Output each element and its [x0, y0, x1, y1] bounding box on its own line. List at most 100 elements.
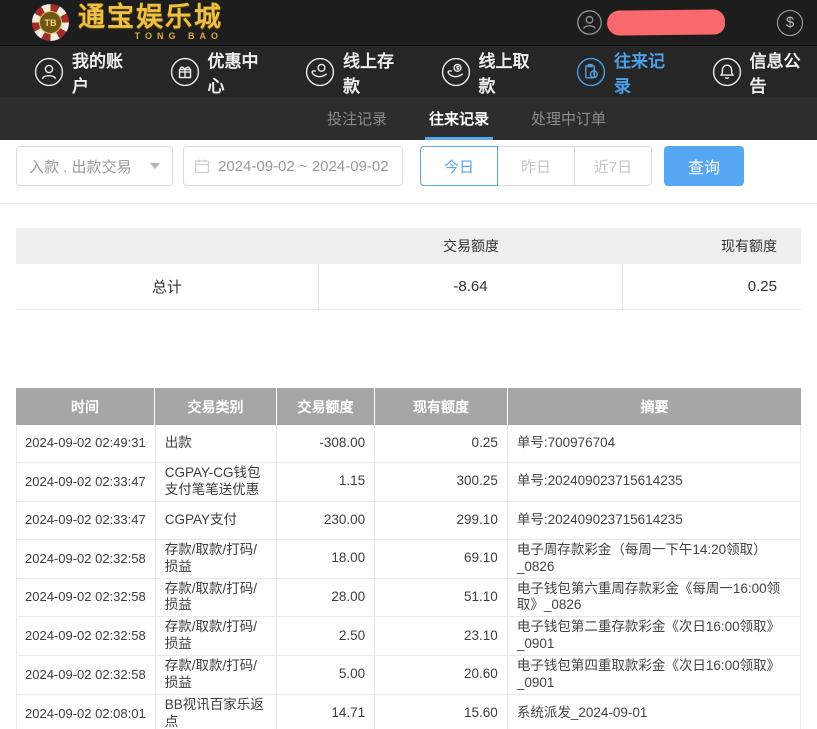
cell-balance: 23.10	[375, 617, 508, 655]
cell-trade-amount: 18.00	[277, 540, 375, 578]
cell-type: 存款/取款/打码/损益	[156, 540, 278, 578]
col-header-memo: 摘要	[508, 388, 801, 425]
today-button[interactable]: 今日	[420, 146, 498, 186]
gift-icon	[170, 57, 200, 87]
cell-balance: 69.10	[375, 540, 508, 578]
cell-time: 2024-09-02 02:32:58	[17, 656, 156, 694]
last-7-days-button[interactable]: 近7日	[574, 146, 652, 186]
date-range-input[interactable]: 2024-09-02 ~ 2024-09-02	[183, 146, 403, 186]
cell-memo: 单号:202409023715614235	[508, 463, 800, 501]
cell-type: 存款/取款/打码/损益	[156, 579, 278, 617]
search-button[interactable]: 查询	[664, 146, 744, 186]
nav-label: 优惠中心	[208, 47, 276, 97]
bell-icon	[712, 57, 742, 87]
balance-dollar-icon[interactable]: $	[777, 10, 803, 36]
cell-memo: 电子周存款彩金（每周一下午14:20领取）_0826	[508, 540, 800, 578]
col-header-trade-amount: 交易额度	[277, 388, 375, 425]
cell-type: 存款/取款/打码/损益	[156, 617, 278, 655]
cell-type: BB视讯百家乐返点	[156, 695, 278, 729]
cell-type: CGPAY支付	[156, 502, 278, 539]
nav-item-transaction-records[interactable]: 往来记录	[576, 47, 682, 97]
col-header-type: 交易类别	[155, 388, 277, 425]
caret-down-icon	[150, 163, 160, 169]
redacted-username	[607, 9, 725, 35]
table-row: 2024-09-02 02:32:58 存款/取款/打码/损益 5.00 20.…	[16, 656, 801, 695]
table-row: 2024-09-02 02:08:01 BB视讯百家乐返点 14.71 15.6…	[16, 695, 801, 729]
cell-time: 2024-09-02 02:33:47	[17, 463, 156, 501]
divider	[0, 203, 817, 204]
summary-header-balance: 现有额度	[623, 236, 801, 256]
top-bar: TB 通宝娱乐城 TONG BAO $	[0, 0, 817, 45]
sub-navigation: 投注记录 往来记录 处理中订单	[0, 97, 817, 140]
transactions-table: 时间 交易类别 交易额度 现有额度 摘要 2024-09-02 02:49:31…	[16, 388, 801, 729]
cell-trade-amount: -308.00	[277, 425, 375, 462]
tab-bet-records[interactable]: 投注记录	[327, 97, 387, 140]
summary-balance-total: 0.25	[623, 264, 801, 309]
cell-memo: 电子钱包第四重取款彩金《次日16:00领取》_0901	[508, 656, 800, 694]
summary-total-label: 总计	[16, 264, 319, 309]
summary-trade-total: -8.64	[319, 264, 623, 309]
cell-memo: 电子钱包第二重存款彩金《次日16:00领取》_0901	[508, 617, 800, 655]
cell-trade-amount: 230.00	[277, 502, 375, 539]
cell-memo: 电子钱包第六重周存款彩金《每周一16:00领取》_0826	[508, 579, 800, 617]
summary-total-row: 总计 -8.64 0.25	[16, 264, 801, 310]
table-row: 2024-09-02 02:32:58 存款/取款/打码/损益 28.00 51…	[16, 579, 801, 618]
cell-trade-amount: 28.00	[277, 579, 375, 617]
cell-balance: 300.25	[375, 463, 508, 501]
site-logo[interactable]: TB 通宝娱乐城 TONG BAO	[32, 4, 223, 41]
nav-item-online-deposit[interactable]: 线上存款	[305, 47, 411, 97]
table-row: 2024-09-02 02:32:58 存款/取款/打码/损益 18.00 69…	[16, 540, 801, 579]
cell-time: 2024-09-02 02:32:58	[17, 540, 156, 578]
person-icon	[34, 57, 64, 87]
cell-type: CGPAY-CG钱包支付笔笔送优惠	[156, 463, 278, 501]
chip-monogram: TB	[39, 11, 62, 34]
account-person-icon[interactable]	[576, 9, 603, 36]
cell-balance: 51.10	[375, 579, 508, 617]
cell-trade-amount: 1.15	[277, 463, 375, 501]
cell-time: 2024-09-02 02:32:58	[17, 617, 156, 655]
summary-header-row: 交易额度 现有额度	[16, 228, 801, 264]
table-header-row: 时间 交易类别 交易额度 现有额度 摘要	[16, 388, 801, 425]
col-header-time: 时间	[16, 388, 155, 425]
nav-label: 信息公告	[750, 47, 817, 97]
nav-item-announcements[interactable]: 信息公告	[712, 47, 817, 97]
transaction-type-value: 入款 . 出款交易	[29, 156, 132, 177]
summary-header-trade-amount: 交易额度	[319, 236, 623, 256]
cell-time: 2024-09-02 02:08:01	[17, 695, 156, 729]
tab-pending-orders[interactable]: 处理中订单	[531, 97, 606, 140]
nav-label: 线上取款	[479, 47, 547, 97]
table-row: 2024-09-02 02:33:47 CGPAY-CG钱包支付笔笔送优惠 1.…	[16, 463, 801, 502]
cell-time: 2024-09-02 02:32:58	[17, 579, 156, 617]
cell-balance: 15.60	[375, 695, 508, 729]
quick-range-group: 今日 昨日 近7日	[420, 146, 652, 186]
cell-memo: 单号:202409023715614235	[508, 502, 800, 539]
date-range-value: 2024-09-02 ~ 2024-09-02	[218, 158, 389, 175]
nav-item-my-account[interactable]: 我的账户	[34, 47, 140, 97]
table-row: 2024-09-02 02:33:47 CGPAY支付 230.00 299.1…	[16, 502, 801, 540]
nav-label: 线上存款	[343, 47, 411, 97]
table-row: 2024-09-02 02:49:31 出款 -308.00 0.25 单号:7…	[16, 425, 801, 463]
clipboard-clock-icon	[576, 57, 606, 87]
nav-label: 往来记录	[614, 47, 682, 97]
cell-time: 2024-09-02 02:49:31	[17, 425, 156, 462]
nav-item-online-withdraw[interactable]: 线上取款	[441, 47, 547, 97]
yesterday-button[interactable]: 昨日	[497, 146, 575, 186]
summary-table: 交易额度 现有额度 总计 -8.64 0.25	[16, 228, 801, 310]
table-row: 2024-09-02 02:32:58 存款/取款/打码/损益 2.50 23.…	[16, 617, 801, 656]
cell-balance: 0.25	[375, 425, 508, 462]
transaction-type-select[interactable]: 入款 . 出款交易	[16, 146, 173, 186]
logo-title: 通宝娱乐城	[78, 4, 223, 31]
main-navigation: 我的账户 优惠中心 线上存款 线上取款	[0, 45, 817, 97]
cell-trade-amount: 5.00	[277, 656, 375, 694]
cell-memo: 系统派发_2024-09-01	[508, 695, 800, 729]
cell-trade-amount: 14.71	[277, 695, 375, 729]
withdraw-hand-coin-icon	[441, 57, 471, 87]
cell-type: 存款/取款/打码/损益	[156, 656, 278, 694]
cell-trade-amount: 2.50	[277, 617, 375, 655]
cell-balance: 20.60	[375, 656, 508, 694]
nav-item-promotions[interactable]: 优惠中心	[170, 47, 276, 97]
cell-balance: 299.10	[375, 502, 508, 539]
cell-type: 出款	[156, 425, 278, 462]
filter-bar: 入款 . 出款交易 2024-09-02 ~ 2024-09-02 今日 昨日 …	[16, 146, 801, 186]
tab-transaction-records[interactable]: 往来记录	[429, 97, 489, 140]
